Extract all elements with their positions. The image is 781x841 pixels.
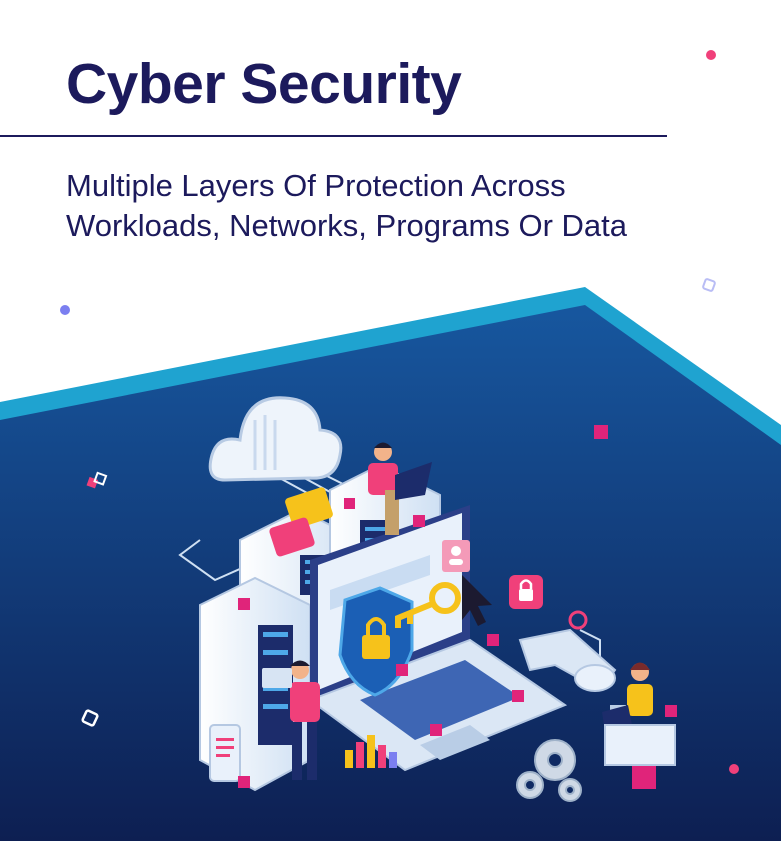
decor-square-outline <box>702 278 716 292</box>
page-subtitle: Multiple Layers Of Protection Across Wor… <box>66 166 766 246</box>
decor-cube <box>594 425 608 439</box>
padlock-icon <box>509 575 543 609</box>
illustration-canvas <box>0 50 781 841</box>
decor-dot-pink-bottom <box>729 764 739 774</box>
title-divider <box>0 135 667 137</box>
phone-icon <box>209 724 241 782</box>
decor-dot-pink <box>706 50 716 60</box>
subtitle-line-1: Multiple Layers Of Protection Across <box>66 168 566 203</box>
page-title: Cyber Security <box>66 52 462 116</box>
user-profile-icon <box>442 540 470 572</box>
decor-dot-purple <box>60 305 70 315</box>
subtitle-line-2: Workloads, Networks, Programs Or Data <box>66 208 628 243</box>
